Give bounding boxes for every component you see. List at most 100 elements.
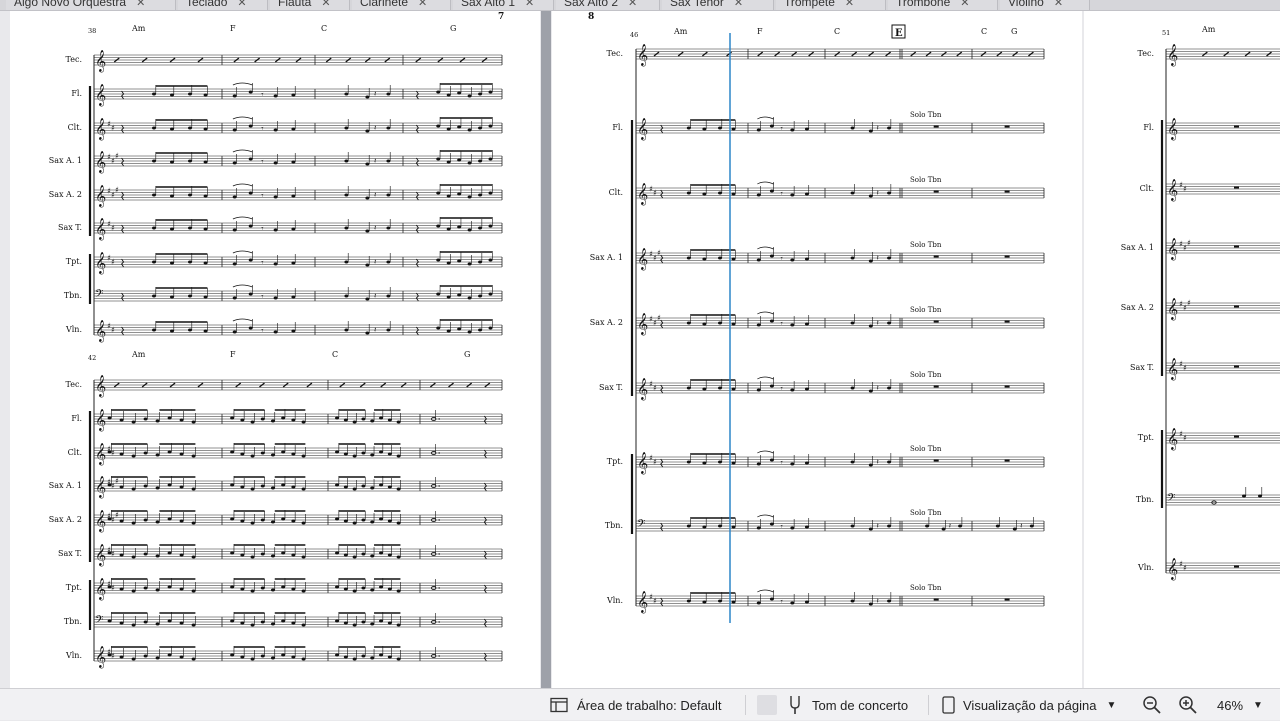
document-tab[interactable]: Trombone ✕ bbox=[888, 0, 998, 10]
close-icon[interactable]: ✕ bbox=[628, 0, 637, 9]
whole-rest bbox=[933, 190, 939, 193]
notehead bbox=[291, 485, 296, 489]
close-icon[interactable]: ✕ bbox=[525, 0, 534, 9]
sharp-sign: ♯ bbox=[653, 188, 657, 197]
instrument-label: Sax A. 1 bbox=[49, 156, 82, 165]
notehead bbox=[131, 521, 136, 525]
notehead bbox=[488, 292, 493, 296]
notehead bbox=[436, 224, 441, 228]
score-page-9: 51 Am Tec. 𝄞 Fl. 𝄞 Clt. 𝄞 ♯ ♯ Sax A. 1 𝄞 ♯ ♯ ♯ Sax A. 2… bbox=[1084, 11, 1280, 688]
close-icon[interactable]: ✕ bbox=[734, 0, 743, 9]
notehead bbox=[230, 619, 235, 623]
zoom-in-button[interactable] bbox=[1178, 689, 1198, 721]
notehead bbox=[188, 260, 192, 264]
notehead bbox=[344, 126, 349, 130]
chord-symbol: C bbox=[834, 27, 840, 36]
notehead bbox=[240, 452, 245, 456]
treble-clef: 𝄞 bbox=[95, 118, 106, 141]
instrument-label: Vln. bbox=[1137, 563, 1154, 572]
notehead bbox=[478, 159, 483, 163]
notehead bbox=[446, 295, 451, 299]
notehead bbox=[260, 451, 265, 455]
close-icon[interactable]: ✕ bbox=[845, 0, 854, 9]
notehead bbox=[291, 587, 296, 591]
document-tab[interactable]: Sax Alto 1 ✕ bbox=[453, 0, 554, 10]
close-icon[interactable]: ✕ bbox=[237, 0, 246, 9]
notehead bbox=[232, 161, 237, 165]
notehead bbox=[248, 191, 253, 195]
document-tab[interactable]: Sax Tenor ✕ bbox=[662, 0, 774, 10]
notehead bbox=[379, 483, 384, 487]
notehead bbox=[387, 587, 392, 591]
instrument-label: Sax A. 2 bbox=[1121, 303, 1154, 312]
notehead bbox=[436, 191, 441, 195]
notehead bbox=[467, 94, 472, 98]
close-icon[interactable]: ✕ bbox=[418, 0, 427, 9]
notehead bbox=[188, 328, 192, 332]
notehead bbox=[436, 326, 441, 330]
notehead bbox=[119, 485, 124, 489]
treble-clef: 𝄞 bbox=[95, 375, 106, 398]
quarter-rest bbox=[415, 124, 419, 134]
eighth-rest: 𝄾 bbox=[781, 124, 783, 133]
notehead bbox=[769, 458, 774, 462]
chord-symbol: G bbox=[1011, 27, 1017, 36]
quarter-rest bbox=[483, 415, 487, 425]
treble-clef: 𝄞 bbox=[637, 248, 648, 271]
notehead bbox=[335, 551, 340, 555]
close-icon[interactable]: ✕ bbox=[960, 0, 969, 9]
document-tab[interactable]: Violino ✕ bbox=[1000, 0, 1090, 10]
notehead bbox=[170, 295, 174, 299]
notehead bbox=[887, 386, 892, 390]
treble-clef: 𝄞 bbox=[95, 218, 106, 241]
page-view-dropdown[interactable]: Visualização da página ▼ bbox=[942, 689, 1116, 721]
notehead bbox=[769, 124, 774, 128]
solo-text: Solo Tbn bbox=[910, 371, 942, 379]
quarter-rest bbox=[483, 482, 487, 492]
concert-pitch-checkbox[interactable] bbox=[757, 695, 777, 715]
notehead bbox=[107, 551, 112, 555]
score-canvas[interactable]: 7 38 Am F C G Tec. 𝄞 Fl. 𝄞 𝄾 𝄽 Clt. 𝄞 ♯ ♯ 𝄾 𝄽 Sax A. 1 𝄞 ♯ ♯ ♯… bbox=[0, 11, 1280, 688]
slur bbox=[232, 82, 253, 86]
document-tab[interactable]: Algo Novo Orquestra ✕ bbox=[6, 0, 176, 10]
dot bbox=[438, 418, 440, 420]
zoom-out-button[interactable] bbox=[1142, 689, 1162, 721]
notehead bbox=[107, 653, 112, 657]
eighth-rest: 𝄾 bbox=[261, 326, 263, 335]
document-tab[interactable]: Trompete ✕ bbox=[776, 0, 886, 10]
notehead bbox=[260, 586, 265, 590]
document-tab[interactable]: Flauta ✕ bbox=[270, 0, 350, 10]
close-icon[interactable]: ✕ bbox=[1054, 0, 1063, 9]
notehead bbox=[790, 601, 795, 605]
measure-number: 38 bbox=[88, 27, 96, 35]
sharp-sign: ♯ bbox=[115, 151, 119, 160]
quarter-rest bbox=[660, 458, 664, 468]
notehead bbox=[718, 460, 722, 464]
dot bbox=[438, 655, 440, 657]
document-tab[interactable]: Clarinete ✕ bbox=[352, 0, 451, 10]
notehead bbox=[756, 462, 761, 466]
treble-clef: 𝄞 bbox=[95, 578, 106, 601]
close-icon[interactable]: ✕ bbox=[136, 0, 145, 9]
quarter-rest bbox=[415, 191, 419, 201]
notehead bbox=[396, 657, 401, 661]
notehead bbox=[1029, 524, 1034, 528]
notehead bbox=[230, 450, 235, 454]
notehead bbox=[203, 227, 208, 231]
bass-clef: 𝄢 bbox=[95, 288, 103, 303]
treble-clef: 𝄞 bbox=[95, 185, 106, 208]
quarter-rest bbox=[121, 258, 125, 268]
zoom-level-dropdown[interactable]: 46% ▼ bbox=[1217, 689, 1263, 721]
notehead bbox=[850, 524, 855, 528]
workspace-selector[interactable]: Área de trabalho: Default bbox=[550, 689, 722, 721]
workspace-icon bbox=[550, 696, 568, 714]
document-tab[interactable]: Sax Alto 2 ✕ bbox=[556, 0, 660, 10]
eighth-rest: 𝄾 bbox=[781, 189, 783, 198]
document-tab[interactable]: Teclado ✕ bbox=[178, 0, 268, 10]
close-icon[interactable]: ✕ bbox=[321, 0, 330, 9]
concert-pitch-toggle[interactable]: Tom de concerto bbox=[757, 689, 908, 721]
quarter-rest bbox=[415, 326, 419, 336]
notehead bbox=[790, 462, 795, 466]
notehead bbox=[240, 519, 245, 523]
notehead bbox=[344, 226, 349, 230]
